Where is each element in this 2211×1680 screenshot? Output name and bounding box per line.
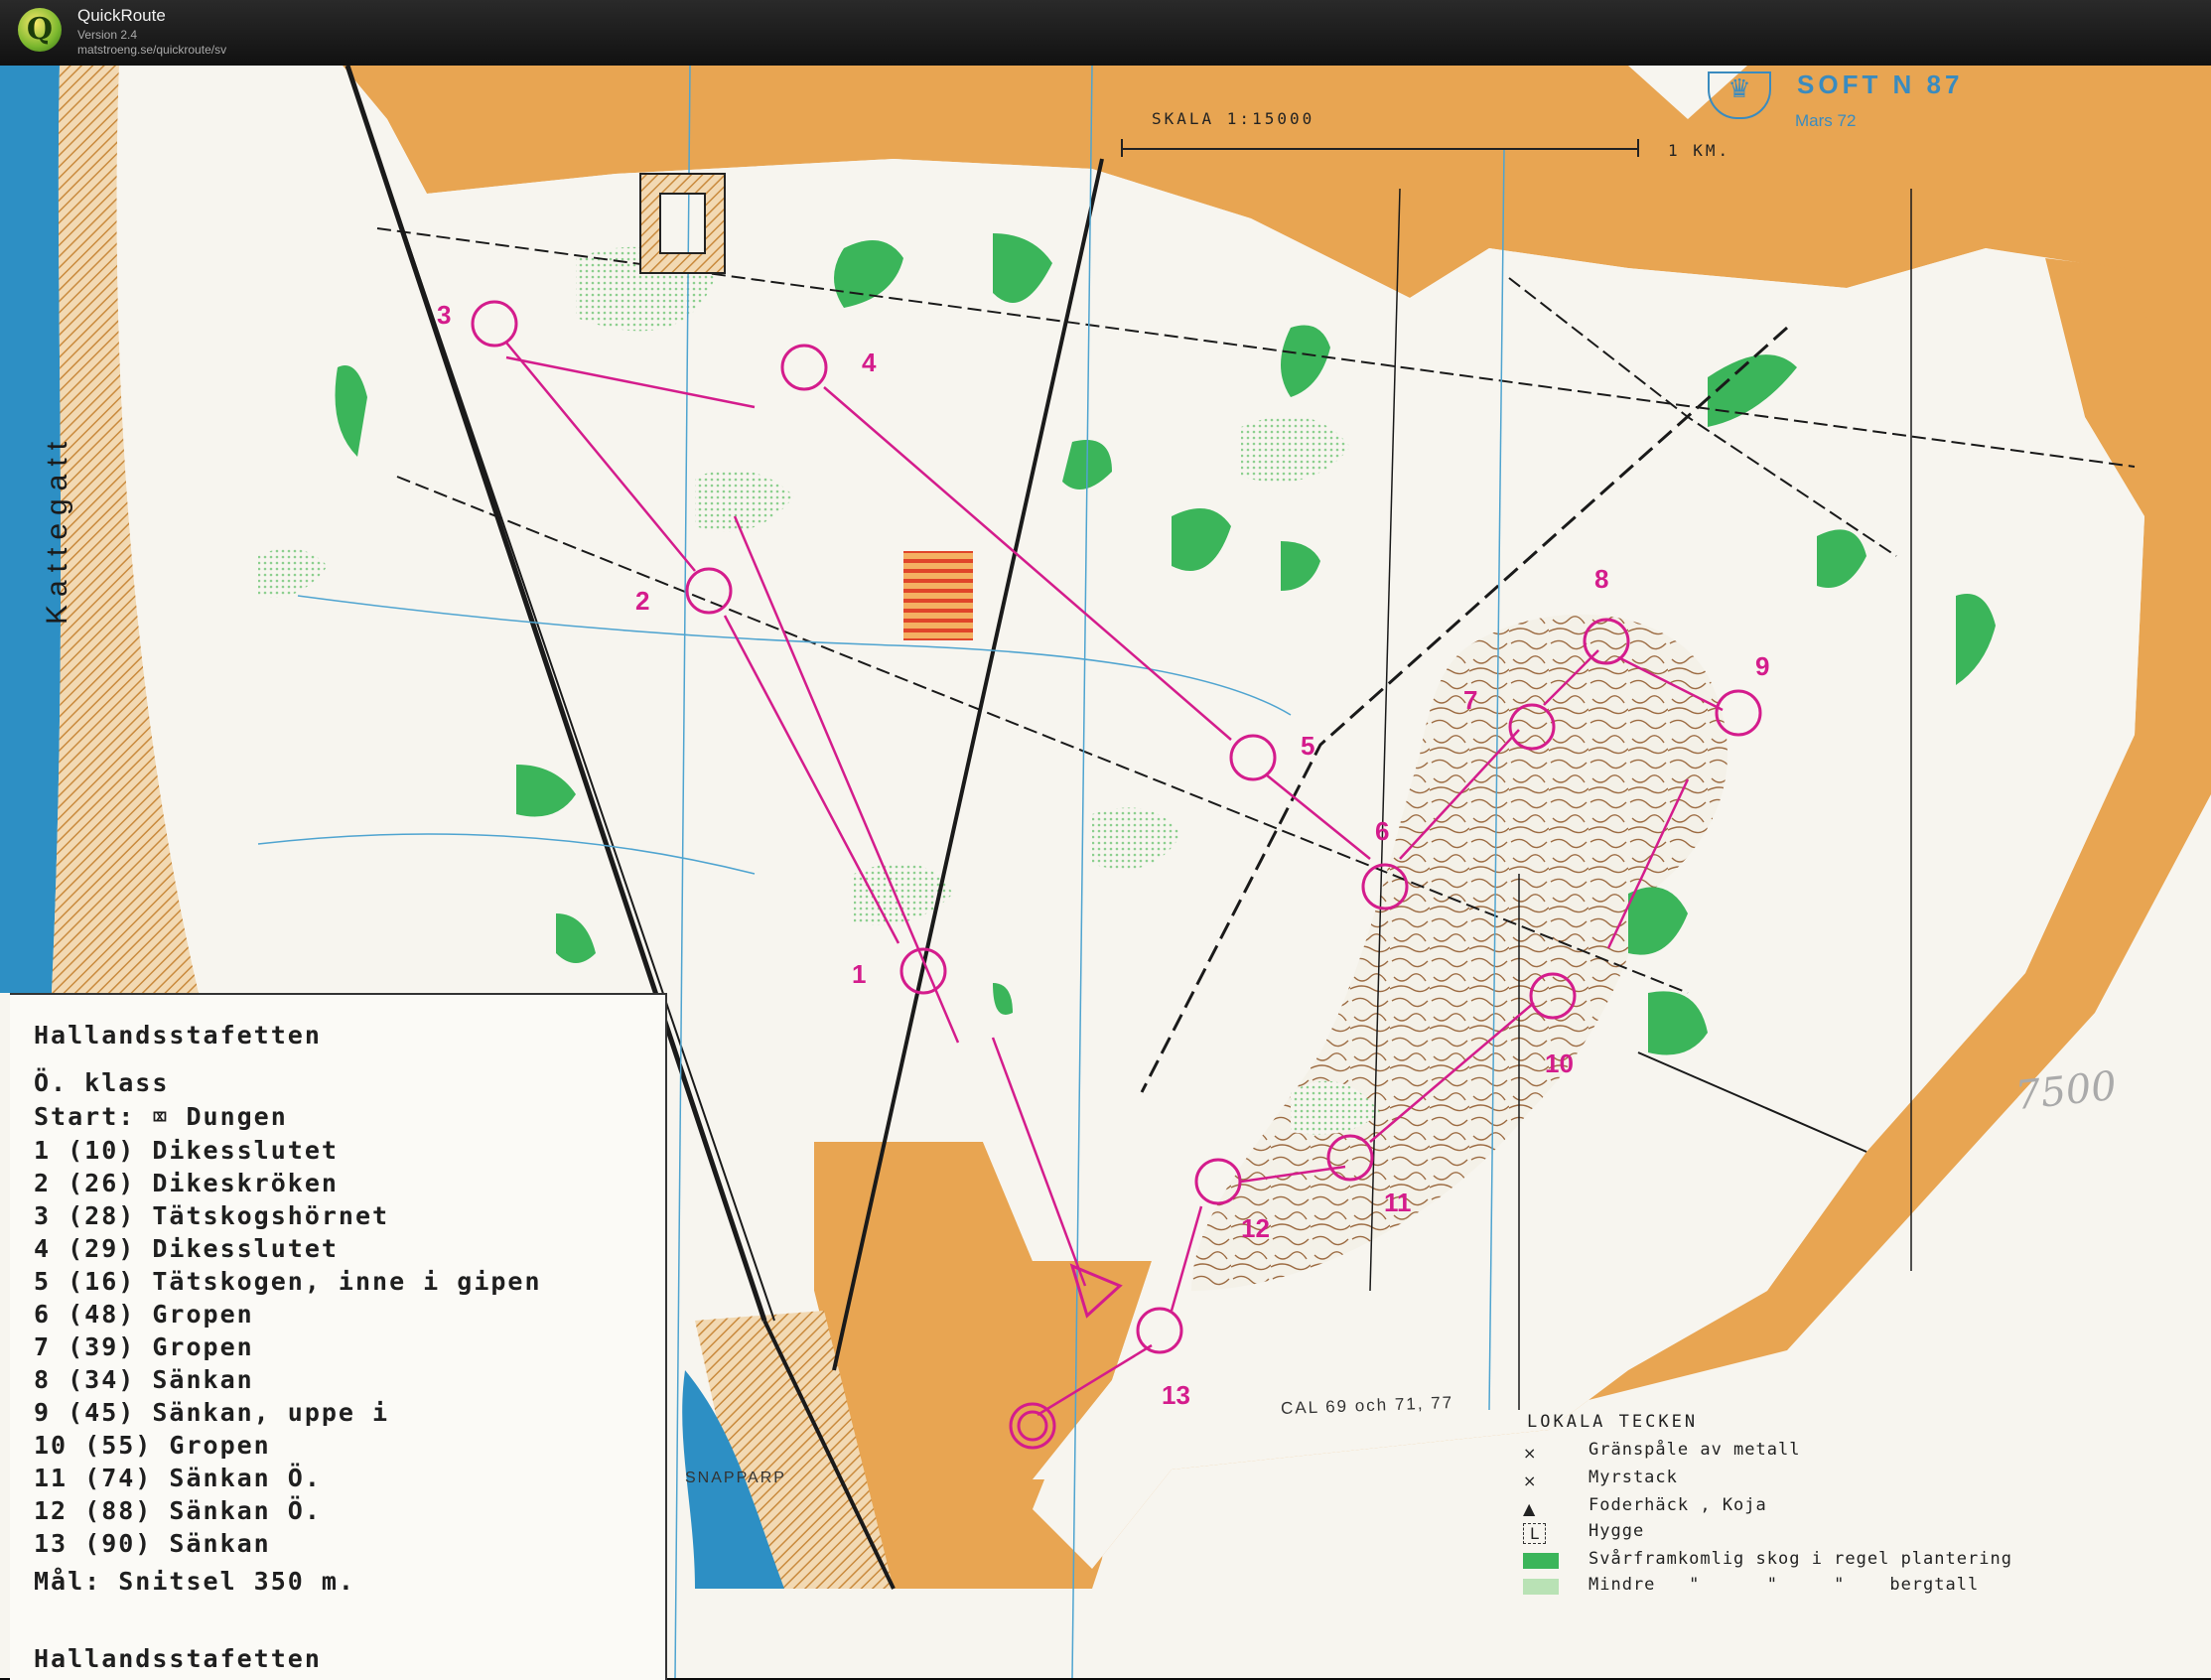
control-number-11: 11 (1384, 1188, 1412, 1217)
control-number-1: 1 (852, 959, 867, 989)
title-bar: Q QuickRoute Version 2.4 matstroeng.se/q… (0, 0, 2211, 67)
map-date: Mars 72 (1795, 111, 1857, 130)
app-name: QuickRoute (77, 6, 166, 25)
course-title: Hallandsstafetten (34, 1021, 322, 1050)
publisher-label: SOFT N 87 (1797, 70, 1964, 99)
scale-bar-label: 1 KM. (1668, 141, 1731, 160)
control-description: 13 (90) Sänkan (34, 1529, 271, 1558)
control-number-2: 2 (635, 586, 650, 616)
anthill-icon: × (1523, 1471, 1537, 1490)
snapparp-label: SNAPPARP (685, 1470, 786, 1486)
legend-item: Foderhäck , Koja (1589, 1495, 1767, 1515)
legend-item: Hygge (1589, 1521, 1645, 1541)
marked-field (903, 551, 973, 640)
legend-item: Svårframkomlig skog i regel plantering (1589, 1549, 2012, 1569)
control-description: 9 (45) Sänkan, uppe i (34, 1398, 390, 1427)
control-description: 6 (48) Gropen (34, 1300, 254, 1329)
control-description: 7 (39) Gropen (34, 1332, 254, 1361)
legend-title: LOKALA TECKEN (1527, 1412, 1699, 1432)
control-description: 8 (34) Sänkan (34, 1365, 254, 1394)
green-swatch-icon (1523, 1553, 1559, 1569)
control-number-7: 7 (1463, 685, 1478, 715)
feeder-icon: ▲ (1523, 1499, 1536, 1518)
app-url: matstroeng.se/quickroute/sv (77, 43, 227, 57)
control-number-13: 13 (1162, 1380, 1190, 1410)
course-footer-title: Hallandsstafetten (34, 1644, 322, 1673)
control-description: 2 (26) Dikeskröken (34, 1169, 339, 1197)
control-number-8: 8 (1594, 564, 1609, 594)
control-description: 11 (74) Sänkan Ö. (34, 1464, 322, 1492)
light-green-swatch-icon (1523, 1579, 1559, 1595)
control-description: 3 (28) Tätskogshörnet (34, 1201, 390, 1230)
boundary-post-icon: × (1523, 1444, 1537, 1463)
control-number-5: 5 (1301, 731, 1315, 761)
app-version: Version 2.4 (77, 28, 138, 42)
control-number-4: 4 (862, 348, 877, 377)
quickroute-logo-icon: Q (18, 8, 62, 52)
control-description: 10 (55) Gropen (34, 1431, 271, 1460)
course-class: Ö. klass (34, 1068, 170, 1097)
control-number-10: 10 (1545, 1049, 1574, 1078)
scale-label: SKALA 1:15000 (1152, 109, 1315, 128)
control-description: 12 (88) Sänkan Ö. (34, 1496, 322, 1525)
legend-item: Mindre " " " bergtall (1589, 1575, 1980, 1595)
kattegatt-label: Kattegatt (41, 433, 74, 626)
control-description: 4 (29) Dikesslutet (34, 1234, 339, 1263)
course-description-panel: Hallandsstafetten Ö. klass Start: ⌧ Dung… (10, 993, 667, 1680)
control-description: 1 (10) Dikesslutet (34, 1136, 339, 1165)
control-number-3: 3 (437, 300, 452, 330)
legend-item: Gränspåle av metall (1589, 1440, 1801, 1460)
legend-item: Myrstack (1589, 1468, 1678, 1487)
control-number-9: 9 (1755, 651, 1770, 681)
course-finish: Mål: Snitsel 350 m. (34, 1567, 355, 1596)
clearing-icon: L (1523, 1523, 1546, 1544)
control-number-12: 12 (1241, 1213, 1270, 1243)
control-description: 5 (16) Tätskogen, inne i gipen (34, 1267, 542, 1296)
control-number-6: 6 (1375, 816, 1390, 846)
course-start: Start: ⌧ Dungen (34, 1102, 288, 1131)
